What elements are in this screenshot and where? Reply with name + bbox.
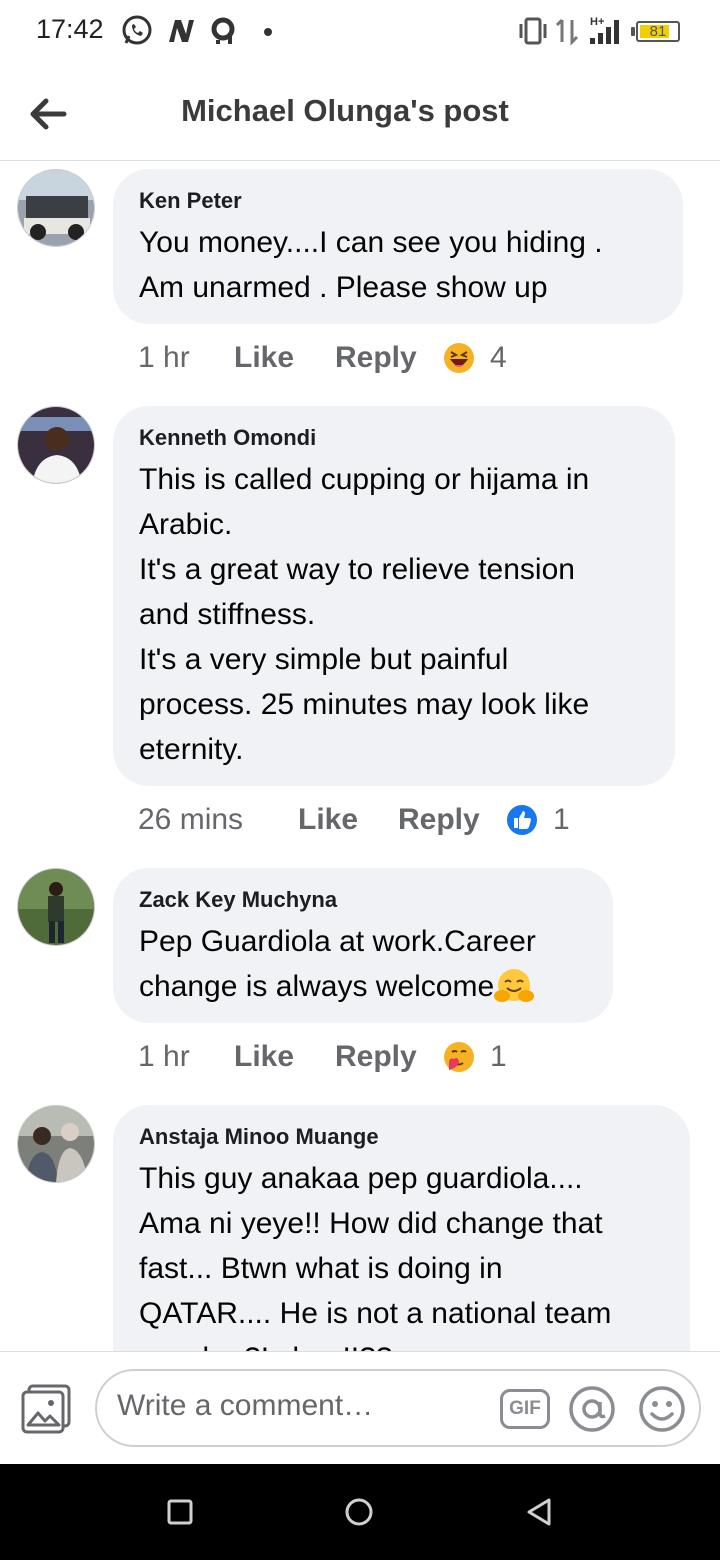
comment-author[interactable]: Kenneth Omondi	[139, 423, 649, 453]
comment-list[interactable]: Ken Peter You money....I can see you hid…	[0, 161, 720, 1351]
reply-button[interactable]: Reply	[335, 338, 417, 378]
comment-input[interactable]: Write a comment… GIF	[95, 1369, 701, 1447]
comment-actions: 1 hr Like Reply 1	[138, 1037, 538, 1077]
care-icon[interactable]	[443, 1041, 475, 1073]
like-icon[interactable]	[506, 804, 538, 836]
at-icon[interactable]	[567, 1384, 617, 1434]
avatar-image	[18, 170, 94, 246]
like-button[interactable]: Like	[234, 338, 294, 378]
reply-button[interactable]: Reply	[398, 800, 480, 840]
like-button[interactable]: Like	[234, 1037, 294, 1077]
comment-author[interactable]: Anstaja Minoo Muange	[139, 1122, 664, 1152]
comment-time[interactable]: 1 hr	[138, 1037, 190, 1077]
comment-bubble[interactable]: Anstaja Minoo Muange This guy anakaa pep…	[113, 1105, 690, 1351]
home-icon[interactable]	[343, 1496, 375, 1528]
reply-button[interactable]: Reply	[335, 1037, 417, 1077]
comment-time[interactable]: 26 mins	[138, 800, 243, 840]
dot-icon	[264, 28, 272, 36]
status-time: 17:42	[36, 14, 104, 44]
reaction-count[interactable]: 1	[490, 1037, 507, 1077]
battery-cap	[631, 27, 635, 36]
notification-icon	[211, 17, 235, 44]
whatsapp-icon	[122, 15, 152, 45]
haha-icon[interactable]	[443, 342, 475, 374]
gif-button[interactable]: GIF	[500, 1389, 550, 1429]
battery-icon: 81	[636, 21, 680, 42]
avatar-image	[18, 407, 94, 483]
avatar[interactable]	[17, 1105, 95, 1183]
comment-actions: 1 hr Like Reply 4	[138, 338, 538, 378]
comment-author[interactable]: Ken Peter	[139, 186, 657, 216]
page-title: Michael Olunga's post	[181, 93, 509, 128]
data-arrows-icon	[555, 18, 579, 46]
back-icon[interactable]	[523, 1496, 555, 1528]
system-navbar	[0, 1464, 720, 1560]
reaction-count[interactable]: 1	[553, 800, 570, 840]
comment-bubble[interactable]: Ken Peter You money....I can see you hid…	[113, 169, 683, 324]
avatar-image	[18, 869, 94, 945]
status-bar: 17:42 H+ 81	[0, 0, 720, 66]
network-type: H+	[590, 16, 604, 28]
battery-percent: 81	[649, 23, 667, 40]
comment-text-content: Pep Guardiola at work.Career change is a…	[139, 925, 536, 1003]
comment-text: This is called cupping or hijama in Arab…	[139, 463, 590, 766]
hug-emoji-icon	[494, 969, 535, 1002]
post-header: Michael Olunga's post	[0, 66, 720, 161]
avatar-image	[18, 1106, 94, 1182]
avatar[interactable]	[17, 868, 95, 946]
comment-bubble[interactable]: Kenneth Omondi This is called cupping or…	[113, 406, 675, 786]
comment-bubble[interactable]: Zack Key Muchyna Pep Guardiola at work.C…	[113, 868, 613, 1023]
comment-text: This guy anakaa pep guardiola.... Ama ni…	[139, 1162, 612, 1351]
avatar[interactable]	[17, 169, 95, 247]
like-button[interactable]: Like	[298, 800, 358, 840]
avatar[interactable]	[17, 406, 95, 484]
comment-time[interactable]: 1 hr	[138, 338, 190, 378]
comment-text: Pep Guardiola at work.Career change is a…	[139, 919, 587, 1009]
recent-apps-icon[interactable]	[164, 1496, 196, 1528]
n-app-icon	[169, 20, 194, 42]
vibrate-icon	[519, 17, 547, 45]
comment-input-placeholder: Write a comment…	[117, 1389, 374, 1422]
comment-text: You money....I can see you hiding . Am u…	[139, 226, 603, 304]
comment-composer: Write a comment… GIF	[0, 1351, 720, 1465]
smiley-icon[interactable]	[637, 1384, 687, 1434]
photo-icon[interactable]	[20, 1383, 72, 1435]
comment-actions: 26 mins Like Reply 1	[138, 800, 598, 840]
comment-author[interactable]: Zack Key Muchyna	[139, 885, 587, 915]
signal-icon: H+	[590, 16, 619, 44]
reaction-count[interactable]: 4	[490, 338, 507, 378]
